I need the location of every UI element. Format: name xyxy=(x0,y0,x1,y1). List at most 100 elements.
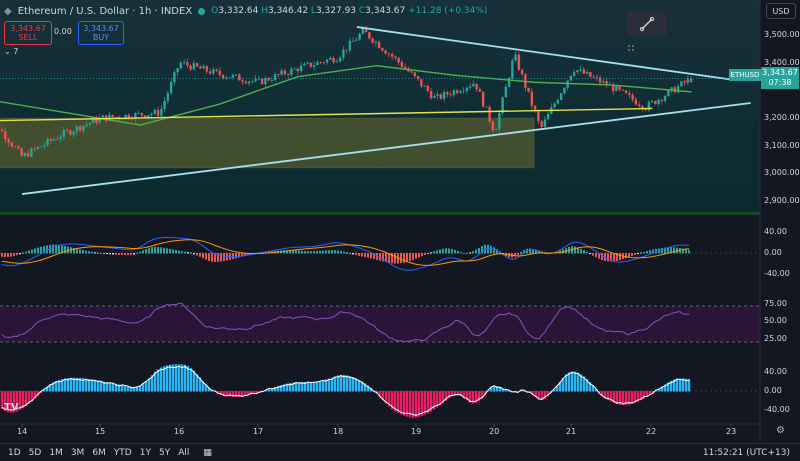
osc-bar xyxy=(160,368,162,392)
macd-bar xyxy=(124,253,126,255)
macd-bar xyxy=(7,253,9,257)
candle-body xyxy=(628,93,630,95)
macd-bar xyxy=(454,250,456,254)
macd-bar xyxy=(349,253,351,254)
chart-canvas[interactable] xyxy=(0,0,800,460)
macd-bar xyxy=(445,248,447,253)
timeframe-button[interactable]: 1M xyxy=(49,448,63,458)
candle-body xyxy=(69,130,71,134)
buy-label: BUY xyxy=(93,33,109,42)
candle-body xyxy=(453,90,455,95)
candle-body xyxy=(310,63,312,67)
candle-body xyxy=(336,61,338,62)
grid-dots-icon[interactable] xyxy=(627,44,637,54)
candle-body xyxy=(625,90,627,93)
candle-body xyxy=(313,65,315,67)
symbol-title[interactable]: Ethereum / U.S. Dollar · 1h · INDEX xyxy=(18,6,192,17)
macd-bar xyxy=(295,250,297,253)
sell-button[interactable]: 3,343.67 SELL xyxy=(4,21,52,45)
candle-body xyxy=(7,139,9,143)
candle-body xyxy=(261,79,263,85)
candle-body xyxy=(378,42,380,48)
candle-body xyxy=(404,67,406,69)
candle-body xyxy=(589,72,591,77)
osc-bar xyxy=(187,366,189,391)
candle xyxy=(518,52,520,71)
timeframe-button[interactable]: 3M xyxy=(71,448,85,458)
timeframe-button[interactable]: All xyxy=(178,448,189,458)
macd-bar xyxy=(409,253,411,261)
ohlc-readout: O3,332.64 H3,346.42 L3,327.93 C3,343.67 … xyxy=(211,6,487,16)
candle-body xyxy=(219,71,221,75)
macd-bar xyxy=(661,248,663,254)
buy-button[interactable]: 3,343.67 BUY xyxy=(78,21,124,45)
timeframe-button[interactable]: 1D xyxy=(8,448,21,458)
macd-bar xyxy=(640,253,642,254)
candle-body xyxy=(20,148,22,155)
timeframe-button[interactable]: 5D xyxy=(29,448,42,458)
osc-bar xyxy=(355,378,357,391)
macd-bar xyxy=(358,253,360,256)
currency-selector[interactable]: USD xyxy=(766,3,796,19)
macd-bar xyxy=(520,252,522,253)
candle-body xyxy=(518,55,520,70)
last-price-tag: 3,343.67 07:38 xyxy=(761,67,799,89)
indicators-toggle[interactable]: ⌄ 7 xyxy=(4,47,18,56)
macd-bar xyxy=(85,251,87,254)
timeframe-button[interactable]: 5Y xyxy=(159,448,170,458)
symbol-header[interactable]: ◆ Ethereum / U.S. Dollar · 1h · INDEX O3… xyxy=(4,3,487,19)
calendar-icon[interactable]: ▦ xyxy=(203,448,212,458)
candle-body xyxy=(462,91,464,92)
clock-readout[interactable]: 11:52:21 (UTC+13) xyxy=(703,448,790,458)
candle-body xyxy=(157,110,159,116)
tradingview-logo[interactable]: TV xyxy=(4,402,19,413)
macd-bar xyxy=(595,253,597,257)
candle-body xyxy=(388,54,390,55)
macd-bar xyxy=(100,253,102,254)
candle-body xyxy=(456,90,458,92)
macd-bar xyxy=(331,250,333,253)
rsi-tick-label: 50.00 xyxy=(764,316,787,325)
candle-body xyxy=(459,92,461,93)
macd-bar xyxy=(628,253,630,257)
macd-bar xyxy=(211,253,213,262)
candle-body xyxy=(264,78,266,84)
macd-bar xyxy=(364,253,366,257)
candle-body xyxy=(596,77,598,78)
macd-bar xyxy=(145,249,147,253)
macd-bar xyxy=(172,250,174,254)
gear-icon[interactable]: ⚙ xyxy=(776,425,785,436)
macd-bar xyxy=(463,253,465,254)
candle-body xyxy=(371,38,373,42)
osc-bar xyxy=(340,375,342,392)
candle xyxy=(589,72,591,78)
macd-tick-label: -40.00 xyxy=(764,269,790,278)
timeframe-button[interactable]: 1Y xyxy=(140,448,151,458)
candle xyxy=(488,105,490,124)
candle-body xyxy=(397,58,399,62)
drawing-tool-button[interactable] xyxy=(627,12,667,36)
osc-bar xyxy=(178,364,180,391)
macd-bar xyxy=(343,252,345,254)
macd-bar xyxy=(355,253,357,255)
candle xyxy=(498,110,500,132)
macd-bar xyxy=(400,253,402,263)
macd-bar xyxy=(307,251,309,253)
timeframe-button[interactable]: 6M xyxy=(92,448,106,458)
macd-bar xyxy=(301,251,303,254)
candle-body xyxy=(573,72,575,76)
candle-body xyxy=(85,124,87,125)
candle-body xyxy=(485,107,487,108)
osc-bar xyxy=(493,386,495,392)
candle-body xyxy=(102,115,104,117)
macd-bar xyxy=(574,247,576,254)
indicator-count: 7 xyxy=(13,47,18,56)
candle-body xyxy=(469,86,471,87)
timeframe-button[interactable]: YTD xyxy=(114,448,132,458)
candle-body xyxy=(66,130,68,131)
osc-bar xyxy=(112,383,114,391)
rsi-tick-label: 75.00 xyxy=(764,299,787,308)
trend-line-icon xyxy=(639,16,655,32)
macd-bar xyxy=(403,253,405,263)
macd-bar xyxy=(370,253,372,258)
